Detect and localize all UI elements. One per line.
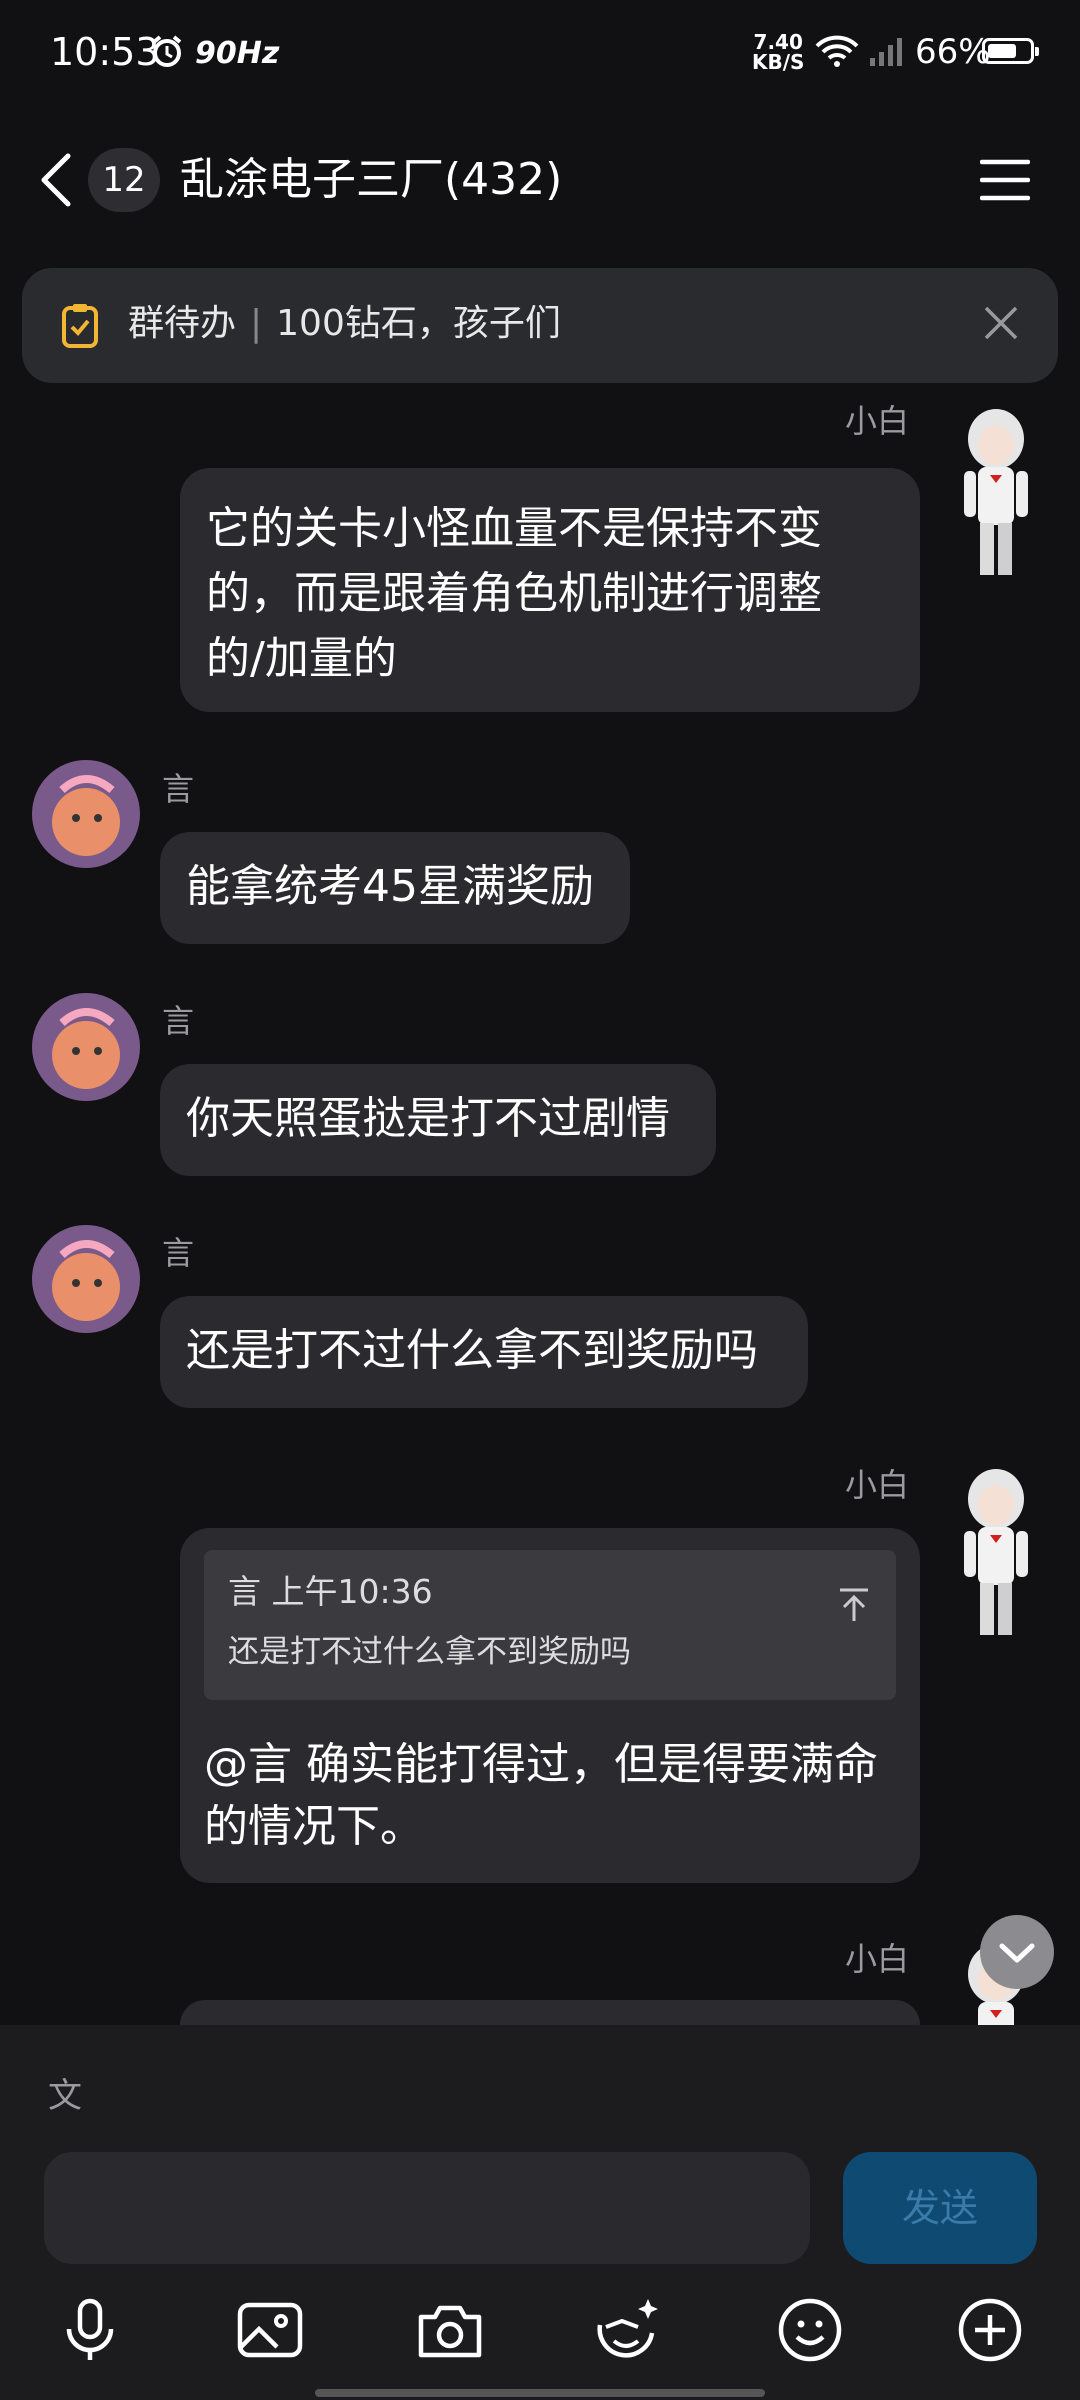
- message-bubble[interactable]: 还是打不过什么拿不到奖励吗: [160, 1296, 808, 1408]
- emoji-icon[interactable]: [775, 2295, 845, 2365]
- send-button[interactable]: 发送: [843, 2152, 1037, 2264]
- status-bar: 10:53 90Hz 7.40 KB/S 66%: [0, 0, 1080, 110]
- message-text: @言 确实能打得过，但是得要满命 的情况下。: [204, 1739, 878, 1852]
- quoted-message[interactable]: 言 上午10:36 还是打不过什么拿不到奖励吗: [204, 1550, 896, 1700]
- avatar[interactable]: [956, 1465, 1036, 1645]
- avatar[interactable]: [32, 993, 140, 1101]
- sender-name: 言: [162, 770, 195, 808]
- message-bubble[interactable]: 言 上午10:36 还是打不过什么拿不到奖励吗 @言 确实能打得过，但是得要满命…: [180, 1528, 920, 1883]
- sender-name: 小白: [845, 1466, 910, 1504]
- quote-header: 言 上午10:36: [228, 1572, 433, 1611]
- quote-text: 还是打不过什么拿不到奖励吗: [228, 1634, 631, 1670]
- todo-icon: [60, 302, 100, 352]
- avatar[interactable]: [32, 760, 140, 868]
- alarm-icon: [150, 34, 184, 72]
- home-indicator[interactable]: [315, 2389, 765, 2397]
- sender-name: 小白: [845, 1940, 910, 1978]
- chevron-left-icon: [41, 153, 71, 207]
- message-bubble[interactable]: [180, 2000, 920, 2025]
- message-bubble[interactable]: 你天照蛋挞是打不过剧情: [160, 1064, 716, 1176]
- message-bubble[interactable]: 能拿统考45星满奖励: [160, 832, 630, 944]
- battery-icon: [982, 38, 1039, 64]
- status-time: 10:53: [50, 30, 160, 74]
- sender-name: 言: [162, 1234, 195, 1272]
- back-button[interactable]: [36, 152, 76, 208]
- group-todo-banner[interactable]: 群待办 | 100钻石，孩子们: [22, 268, 1058, 383]
- sender-name: 小白: [845, 402, 910, 440]
- message-input[interactable]: [44, 2152, 810, 2264]
- image-icon[interactable]: [235, 2295, 305, 2365]
- jump-to-message-icon[interactable]: [836, 1576, 872, 1641]
- net-speed: 7.40 KB/S: [752, 30, 805, 74]
- wifi-icon: [815, 34, 859, 72]
- menu-button[interactable]: [979, 158, 1031, 202]
- avatar[interactable]: [956, 405, 1036, 585]
- sticker-icon[interactable]: [592, 2295, 662, 2365]
- todo-text: 群待办 | 100钻石，孩子们: [128, 303, 561, 344]
- chevron-down-icon: [999, 1943, 1035, 1963]
- avatar[interactable]: [32, 1225, 140, 1333]
- camera-icon[interactable]: [415, 2295, 485, 2365]
- battery-percent: 66%: [915, 32, 991, 72]
- unread-badge[interactable]: 12: [88, 148, 160, 212]
- refresh-rate: 90Hz: [195, 36, 280, 71]
- close-icon[interactable]: [982, 304, 1020, 346]
- signal-icon: [868, 34, 908, 72]
- mic-icon[interactable]: [55, 2295, 125, 2365]
- hamburger-icon: [979, 159, 1031, 201]
- scroll-to-bottom-button[interactable]: [980, 1915, 1054, 1989]
- chat-title[interactable]: 乱涂电子三厂(432): [180, 150, 562, 210]
- message-bubble[interactable]: 它的关卡小怪血量不是保持不变 的，而是跟着角色机制进行调整 的/加量的: [180, 468, 920, 712]
- sender-name: 言: [162, 1002, 195, 1040]
- translate-icon[interactable]: 文: [48, 2068, 82, 2117]
- chat-header: 12 乱涂电子三厂(432): [0, 130, 1080, 230]
- plus-icon[interactable]: [955, 2295, 1025, 2365]
